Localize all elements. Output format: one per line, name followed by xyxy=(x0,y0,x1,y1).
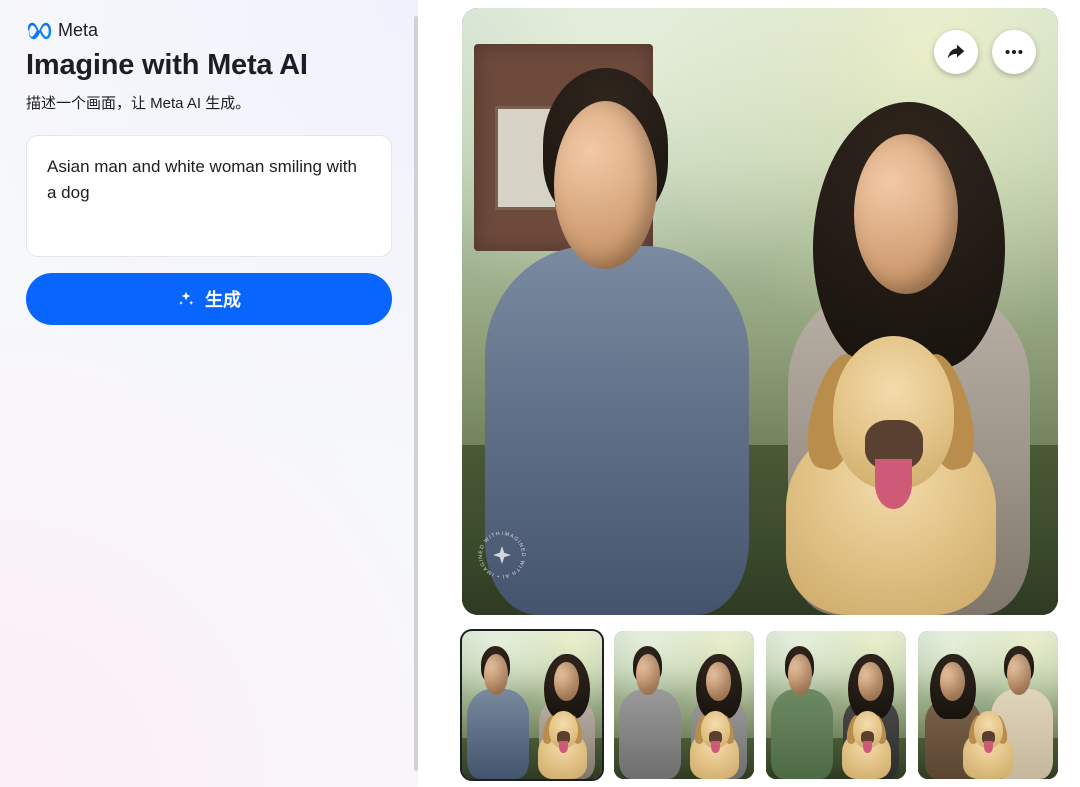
sparkle-icon xyxy=(177,290,195,308)
thumbnail-3[interactable] xyxy=(766,631,906,779)
ai-watermark-icon: IMAGINED WITH AI • IMAGINED WITH AI • xyxy=(476,529,528,581)
main-image[interactable]: IMAGINED WITH AI • IMAGINED WITH AI • xyxy=(462,8,1058,615)
thumbnail-4[interactable] xyxy=(918,631,1058,779)
page-title: Imagine with Meta AI xyxy=(26,49,392,82)
page-subtitle: 描述一个画面，让 Meta AI 生成。 xyxy=(26,92,392,113)
more-icon xyxy=(1003,41,1025,63)
brand: Meta xyxy=(26,20,392,41)
prompt-input[interactable]: Asian man and white woman smiling with a… xyxy=(26,135,392,257)
sidebar: Meta Imagine with Meta AI 描述一个画面，让 Meta … xyxy=(0,0,418,787)
thumbnail-1[interactable] xyxy=(462,631,602,779)
thumbnail-row xyxy=(462,631,1072,779)
brand-name: Meta xyxy=(58,20,98,41)
thumbnail-2[interactable] xyxy=(614,631,754,779)
generate-button[interactable]: 生成 xyxy=(26,273,392,325)
share-button[interactable] xyxy=(934,30,978,74)
generated-scene xyxy=(462,8,1058,615)
share-icon xyxy=(945,41,967,63)
generate-button-label: 生成 xyxy=(205,286,241,312)
content: IMAGINED WITH AI • IMAGINED WITH AI • xyxy=(418,0,1080,787)
dog xyxy=(760,336,1022,615)
meta-logo-icon xyxy=(26,22,52,40)
image-actions xyxy=(934,30,1036,74)
more-button[interactable] xyxy=(992,30,1036,74)
sidebar-divider xyxy=(414,16,418,771)
